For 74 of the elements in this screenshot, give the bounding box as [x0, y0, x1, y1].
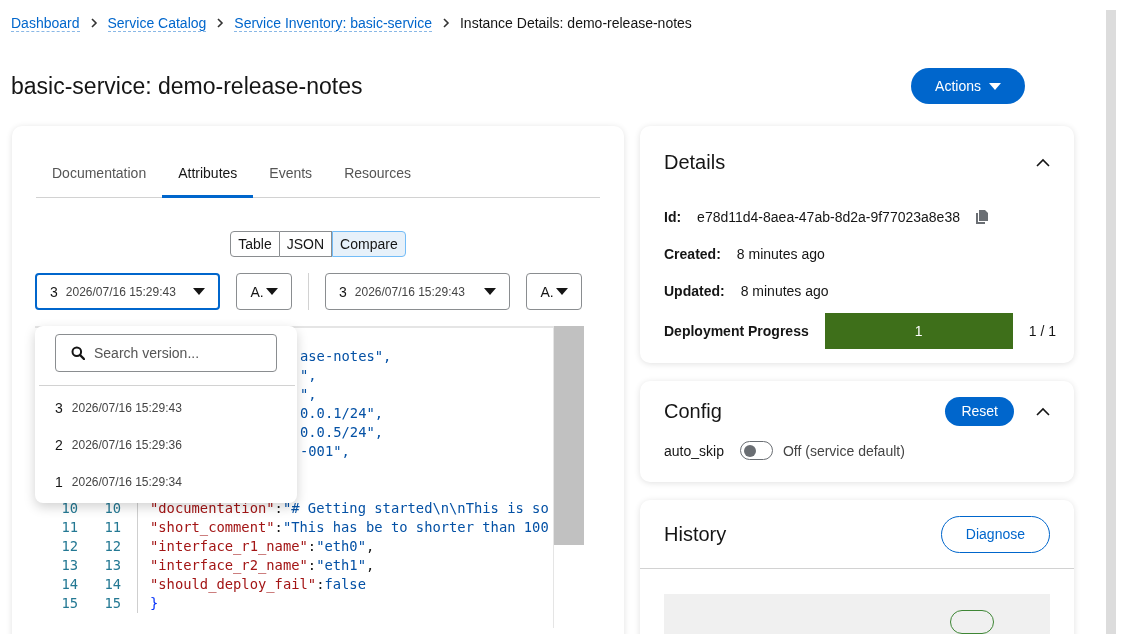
field-value: e78d11d4-8aea-47ab-8d2a-9f77023a8e38 [697, 208, 960, 225]
code-line: 0.0.1/24", [300, 404, 384, 423]
line-number: 13 [103, 556, 121, 575]
page-title: basic-service: demo-release-notes [11, 72, 363, 100]
field-label: Updated: [664, 282, 725, 299]
toggle-state: Off (service default) [782, 442, 905, 459]
code-line: } [137, 594, 159, 613]
line-number: 12 [60, 537, 78, 556]
code-line: "short_comment":"This has be to shorter than 100 [137, 518, 549, 537]
line-number: 10 [103, 499, 121, 518]
breadcrumb-link[interactable]: Service Inventory: basic-service [234, 14, 432, 32]
breadcrumb-current: Instance Details: demo-release-notes [459, 15, 692, 31]
field-label: Id: [664, 208, 682, 225]
search-icon [71, 346, 85, 360]
caret-icon [193, 288, 205, 295]
caret-icon [555, 288, 568, 295]
card-title: History [664, 522, 727, 546]
version-option[interactable]: 2 2026/07/16 15:29:36 [35, 426, 297, 463]
attribute-select[interactable]: A. [236, 273, 292, 310]
line-number: 12 [103, 537, 121, 556]
caret-icon [989, 82, 1001, 90]
tab[interactable]: Attributes [162, 154, 254, 198]
code-line: "interface_r1_name":"eth0", [137, 537, 375, 556]
line-number: 10 [60, 499, 78, 518]
code-line: -001", [300, 442, 350, 461]
collapse-icon[interactable] [1036, 406, 1050, 416]
caret-icon [265, 288, 278, 295]
progress-value: 1 [914, 323, 923, 339]
field-label: Deployment Progress [664, 323, 809, 339]
line-number: 15 [60, 594, 78, 613]
code-line: "should_deploy_fail":false [137, 575, 366, 594]
option-label: auto_skip [664, 442, 724, 459]
view-toggle[interactable]: Table [230, 231, 280, 257]
code-line: ", [300, 366, 317, 385]
field-value: 8 minutes ago [740, 282, 829, 299]
version-select[interactable]: 3 2026/07/16 15:29:43 [325, 273, 510, 310]
tab[interactable]: Resources [328, 154, 428, 198]
view-toggle[interactable]: Compare [332, 231, 406, 257]
breadcrumb-link[interactable]: Service Catalog [107, 14, 207, 32]
code-line: ase-notes", [300, 347, 392, 366]
diagnose-button[interactable]: Diagnose [940, 515, 1050, 553]
tab[interactable]: Documentation [36, 154, 163, 198]
card-title: Details [664, 150, 726, 174]
copy-icon[interactable] [976, 209, 988, 224]
field-value: 8 minutes ago [736, 245, 825, 262]
tab[interactable]: Events [253, 154, 329, 198]
version-option[interactable]: 1 2026/07/16 15:29:34 [35, 463, 297, 500]
line-number: 14 [60, 575, 78, 594]
collapse-icon[interactable] [1036, 157, 1050, 167]
line-number: 11 [103, 518, 121, 537]
code-line: ", [300, 385, 317, 404]
caret-icon [484, 288, 496, 295]
code-line: "interface_r2_name":"eth1", [137, 556, 375, 575]
search-field[interactable]: Search version... [55, 334, 277, 372]
card-title: Config [664, 399, 722, 423]
line-number: 14 [103, 575, 121, 594]
progress-count: 1 / 1 [1028, 323, 1056, 339]
reset-button[interactable]: Reset [945, 396, 1014, 426]
actions-button[interactable]: Actions [911, 68, 1025, 104]
line-number: 13 [60, 556, 78, 575]
breadcrumb-separator-icon [89, 18, 98, 28]
line-number: 15 [103, 594, 121, 613]
code-line: 0.0.5/24", [300, 423, 384, 442]
breadcrumb-link[interactable]: Dashboard [11, 14, 80, 32]
breadcrumb-separator-icon [216, 18, 225, 28]
scrollbar-thumb[interactable] [554, 326, 584, 545]
breadcrumb-separator-icon [441, 18, 450, 28]
field-label: Created: [664, 245, 721, 262]
line-number: 11 [60, 518, 78, 537]
version-select[interactable]: 3 2026/07/16 15:29:43 [35, 273, 220, 310]
attribute-select[interactable]: A. [526, 273, 582, 310]
scrollbar-thumb[interactable] [1105, 10, 1116, 634]
version-option[interactable]: 3 2026/07/16 15:29:43 [35, 389, 297, 426]
view-toggle[interactable]: JSON [279, 231, 333, 257]
